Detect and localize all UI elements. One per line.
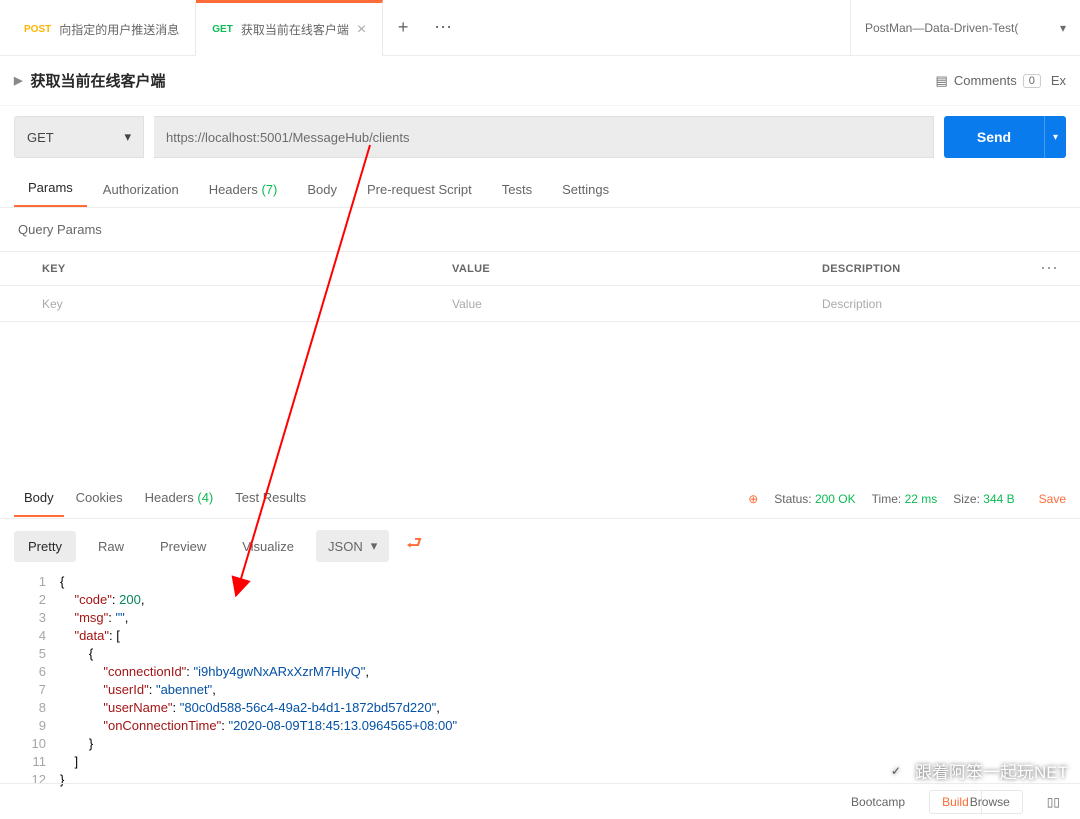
request-name-text: 获取当前在线客户端 [30,70,165,91]
tab-params[interactable]: Params [14,170,87,207]
resp-tab-cookies[interactable]: Cookies [66,480,133,517]
param-value-input[interactable]: Value [424,297,794,311]
method-value: GET [27,130,54,145]
view-pretty-button[interactable]: Pretty [14,531,76,562]
url-input[interactable]: https://localhost:5001/MessageHub/client… [154,116,934,158]
params-table: KEY VALUE DESCRIPTION ⋯ Key Value Descri… [0,251,1080,322]
browse-button[interactable]: Browse [958,790,1023,814]
size-value: 344 B [983,492,1014,506]
url-row: GET ▾ https://localhost:5001/MessageHub/… [0,106,1080,168]
chevron-down-icon: ▾ [124,129,131,145]
wrap-icon: ⮐ [406,531,422,561]
bootcamp-button[interactable]: Bootcamp [851,795,905,809]
resp-tab-body[interactable]: Body [14,480,64,517]
code-content: { "code": 200, "msg": "", "data": [ { "c… [60,573,1080,789]
method-badge: POST [24,24,51,35]
watermark-text: 跟着阿笨一起玩NET [915,758,1068,783]
wrap-lines-button[interactable]: ⮐ [397,529,431,563]
panel-layout-button[interactable]: ▯▯ [1047,795,1060,809]
tab-tests[interactable]: Tests [488,172,546,207]
url-value: https://localhost:5001/MessageHub/client… [166,130,410,145]
comment-icon: ▤ [936,73,948,89]
watermark: ✓ 跟着阿笨一起玩NET [885,758,1068,783]
resp-headers-count: (4) [197,490,213,505]
response-status: ⊕ Status: 200 OK Time: 22 ms Size: 344 B… [748,492,1066,506]
col-value: VALUE [424,263,794,275]
headers-count: (7) [261,182,277,197]
footer-bar: Bootcamp Build Browse ▯▯ [0,783,1080,819]
query-params-label: Query Params [0,208,1080,251]
col-description: DESCRIPTION [794,263,1040,275]
method-badge: GET [212,24,233,35]
format-selector[interactable]: JSON ▾ [316,530,389,562]
comments-label: Comments [954,73,1017,88]
body-toolbar: Pretty Raw Preview Visualize JSON ▾ ⮐ [0,519,1080,573]
tab-overflow-button[interactable]: ⋯ [423,0,463,55]
tab-prerequest[interactable]: Pre-request Script [353,172,486,207]
param-description-input[interactable]: Description [794,297,1066,311]
environment-name: PostMan—Data-Driven-Test( [865,21,1018,35]
tab-settings[interactable]: Settings [548,172,623,207]
time-value: 22 ms [905,492,938,506]
close-icon[interactable]: × [357,21,366,39]
resp-tab-testresults[interactable]: Test Results [225,480,316,517]
col-key: KEY [14,263,424,275]
param-key-input[interactable]: Key [14,297,424,311]
examples-button[interactable]: Ex [1051,73,1066,88]
view-preview-button[interactable]: Preview [146,531,220,562]
params-row[interactable]: Key Value Description [0,286,1080,322]
view-raw-button[interactable]: Raw [84,531,138,562]
line-gutter: 123456789101112 [0,573,60,789]
tabs-area: POST 向指定的用户推送消息 GET 获取当前在线客户端 × + ⋯ [0,0,850,55]
format-value: JSON [328,539,363,554]
status-value: 200 OK [815,492,856,506]
comments-count: 0 [1023,74,1041,88]
save-response-button[interactable]: Save [1039,492,1066,506]
network-icon[interactable]: ⊕ [748,492,758,506]
caret-right-icon: ▶ [14,74,22,87]
tab-authorization[interactable]: Authorization [89,172,193,207]
params-more-icon[interactable]: ⋯ [1040,258,1066,279]
method-selector[interactable]: GET ▾ [14,116,144,158]
view-visualize-button[interactable]: Visualize [228,531,308,562]
chevron-down-icon: ▾ [1060,21,1066,35]
chevron-down-icon: ▾ [371,538,378,554]
params-header-row: KEY VALUE DESCRIPTION ⋯ [0,252,1080,286]
tab-0[interactable]: POST 向指定的用户推送消息 [8,0,196,56]
send-button[interactable]: Send [944,116,1044,158]
tab-title: 向指定的用户推送消息 [59,21,179,38]
wechat-icon: ✓ [885,760,907,782]
environment-selector[interactable]: PostMan—Data-Driven-Test( ▾ [850,0,1080,55]
add-tab-button[interactable]: + [383,0,423,55]
request-name[interactable]: ▶ 获取当前在线客户端 [14,70,165,91]
top-bar: POST 向指定的用户推送消息 GET 获取当前在线客户端 × + ⋯ Post… [0,0,1080,56]
tab-1[interactable]: GET 获取当前在线客户端 × [196,0,383,56]
comments-button[interactable]: ▤ Comments 0 [936,73,1041,89]
resp-tab-headers[interactable]: Headers (4) [135,480,224,517]
response-tabs-row: Body Cookies Headers (4) Test Results ⊕ … [0,479,1080,519]
send-dropdown-button[interactable]: ▾ [1044,116,1066,158]
request-header: ▶ 获取当前在线客户端 ▤ Comments 0 Ex [0,56,1080,106]
tab-title: 获取当前在线客户端 [241,21,349,38]
tab-headers[interactable]: Headers (7) [195,172,292,207]
request-tabs: Params Authorization Headers (7) Body Pr… [0,168,1080,208]
tab-body[interactable]: Body [293,172,351,207]
